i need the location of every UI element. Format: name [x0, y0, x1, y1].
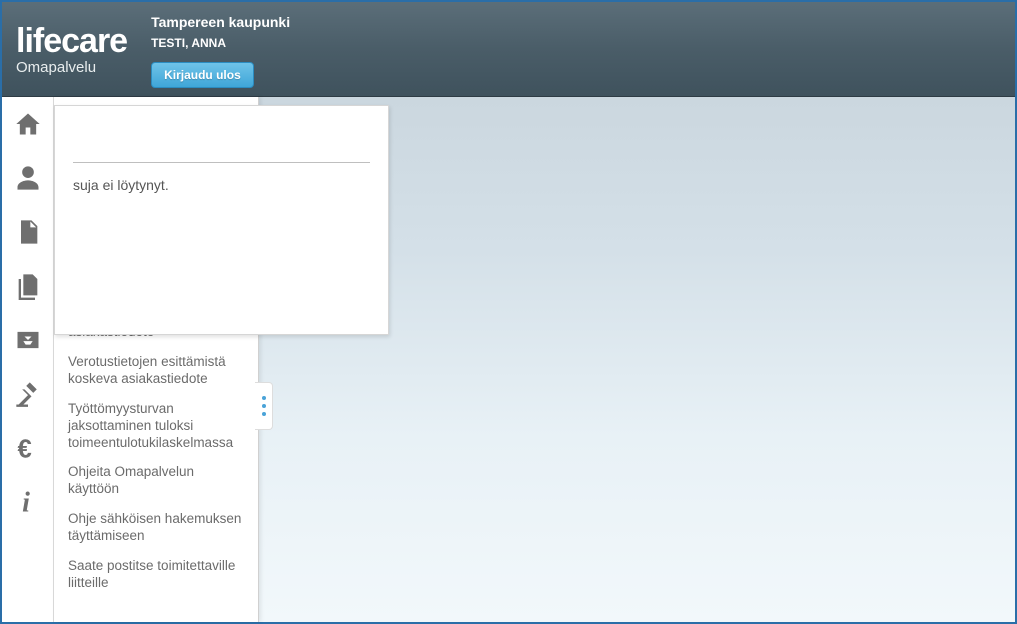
main-area: suja ei löytynyt. — [54, 97, 1015, 622]
sidebar: € i — [2, 97, 54, 622]
empty-message: suja ei löytynyt. — [73, 177, 370, 193]
person-icon[interactable] — [13, 163, 43, 193]
content-card: suja ei löytynyt. — [54, 105, 389, 335]
card-divider — [73, 162, 370, 163]
inbox-icon[interactable] — [13, 325, 43, 355]
home-icon[interactable] — [13, 109, 43, 139]
logout-button[interactable]: Kirjaudu ulos — [151, 62, 254, 88]
euro-icon[interactable]: € — [13, 433, 43, 463]
documents-icon[interactable] — [13, 271, 43, 301]
logo-main: lifecare — [16, 24, 127, 58]
gavel-icon[interactable] — [13, 379, 43, 409]
app-header: lifecare Omapalvelu Tampereen kaupunki T… — [2, 2, 1015, 97]
logo: lifecare Omapalvelu — [16, 24, 127, 75]
new-document-icon[interactable] — [13, 217, 43, 247]
info-icon[interactable]: i — [13, 487, 43, 517]
org-name: Tampereen kaupunki — [151, 14, 290, 30]
svg-text:€: € — [17, 435, 31, 462]
logo-sub: Omapalvelu — [16, 60, 127, 75]
user-name: TESTI, ANNA — [151, 36, 290, 50]
user-block: Tampereen kaupunki TESTI, ANNA Kirjaudu … — [151, 14, 290, 88]
svg-text:i: i — [22, 488, 30, 516]
